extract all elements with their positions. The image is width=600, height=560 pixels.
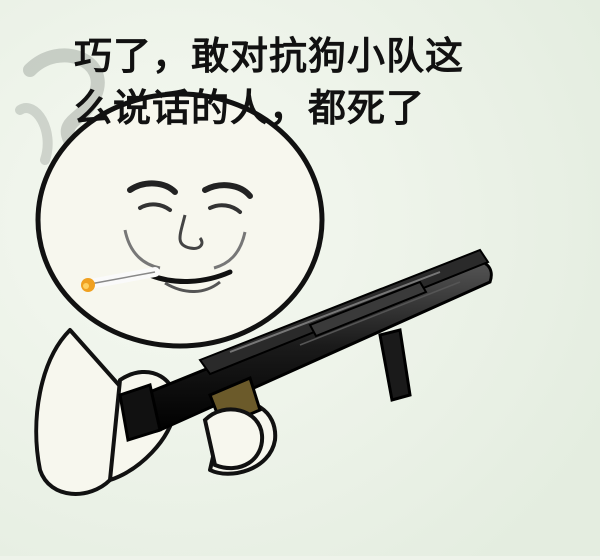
caption-line-2: 么说话的人，都死了 <box>74 86 426 130</box>
hand <box>202 407 265 471</box>
meme-caption: 巧了，敢对抗狗小队这 么说话的人，都死了 <box>74 30 544 134</box>
caption-line-1: 巧了，敢对抗狗小队这 <box>74 34 465 78</box>
meme-image: 巧了，敢对抗狗小队这 么说话的人，都死了 <box>0 0 600 556</box>
